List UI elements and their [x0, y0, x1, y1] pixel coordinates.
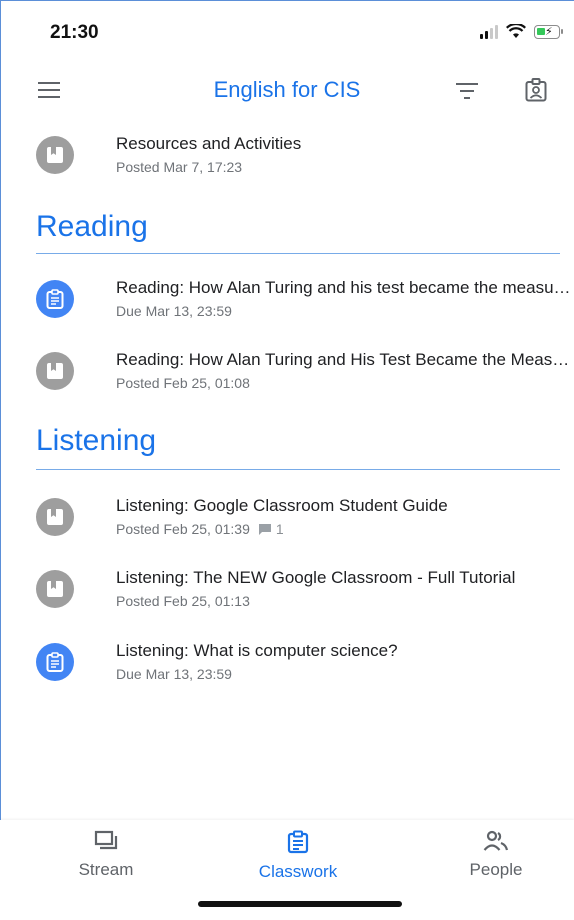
item-title: Listening: What is computer science? — [116, 641, 398, 660]
nav-label: Classwork — [258, 862, 338, 881]
app-bar: English for CIS — [0, 64, 574, 118]
section-title-reading: Reading — [36, 210, 148, 243]
item-subtitle: Posted Feb 25, 01:08 — [116, 375, 250, 391]
section-divider — [36, 253, 560, 254]
filter-icon[interactable] — [456, 83, 478, 99]
status-time: 21:30 — [50, 22, 99, 43]
stream-icon — [94, 830, 118, 850]
material-icon — [36, 352, 74, 390]
material-icon — [36, 498, 74, 536]
material-icon — [36, 136, 74, 174]
item-title: Listening: The NEW Google Classroom - Fu… — [116, 568, 516, 587]
class-title: English for CIS — [213, 77, 361, 102]
list-item[interactable]: Resources and Activities Posted Mar 7, 1… — [36, 134, 574, 194]
material-icon — [36, 570, 74, 608]
item-title: Reading: How Alan Turing and His Test Be… — [116, 350, 574, 369]
nav-label: People — [469, 860, 523, 879]
nav-people[interactable]: People — [426, 830, 566, 890]
classwork-icon — [287, 830, 309, 854]
list-item[interactable]: Listening: The NEW Google Classroom - Fu… — [36, 568, 574, 628]
comment-icon — [258, 523, 271, 535]
assignment-icon — [36, 280, 74, 318]
home-indicator — [198, 901, 402, 907]
item-subtitle: Posted Mar 7, 17:23 — [116, 159, 243, 175]
signal-icon — [480, 24, 498, 39]
battery-icon: ⚡ — [534, 24, 563, 39]
nav-label: Stream — [78, 860, 134, 879]
classroom-badge-icon[interactable] — [525, 78, 547, 102]
item-subtitle: Due Mar 13, 23:59 — [116, 303, 232, 319]
list-item[interactable]: Listening: Google Classroom Student Guid… — [36, 496, 574, 556]
list-item[interactable]: Reading: How Alan Turing and his test be… — [36, 278, 574, 338]
status-bar: 21:30 ⚡ — [0, 0, 574, 64]
people-icon — [483, 830, 509, 851]
item-title: Reading: How Alan Turing and his test be… — [116, 278, 574, 297]
status-icons: ⚡ — [480, 24, 563, 39]
assignment-icon — [36, 643, 74, 681]
item-subtitle: Posted Feb 25, 01:13 — [116, 593, 250, 609]
item-title: Listening: Google Classroom Student Guid… — [116, 496, 448, 515]
list-item[interactable]: Reading: How Alan Turing and His Test Be… — [36, 350, 574, 410]
item-subtitle: Posted Feb 25, 01:39 1 — [116, 521, 284, 537]
item-subtitle: Due Mar 13, 23:59 — [116, 666, 232, 682]
nav-stream[interactable]: Stream — [36, 830, 176, 890]
item-title: Resources and Activities — [116, 134, 302, 153]
wifi-icon — [506, 24, 526, 38]
comment-count: 1 — [258, 521, 284, 537]
list-item[interactable]: Listening: What is computer science? Due… — [36, 641, 574, 701]
section-divider — [36, 469, 560, 470]
nav-classwork[interactable]: Classwork — [228, 830, 368, 890]
section-title-listening: Listening — [36, 424, 157, 457]
